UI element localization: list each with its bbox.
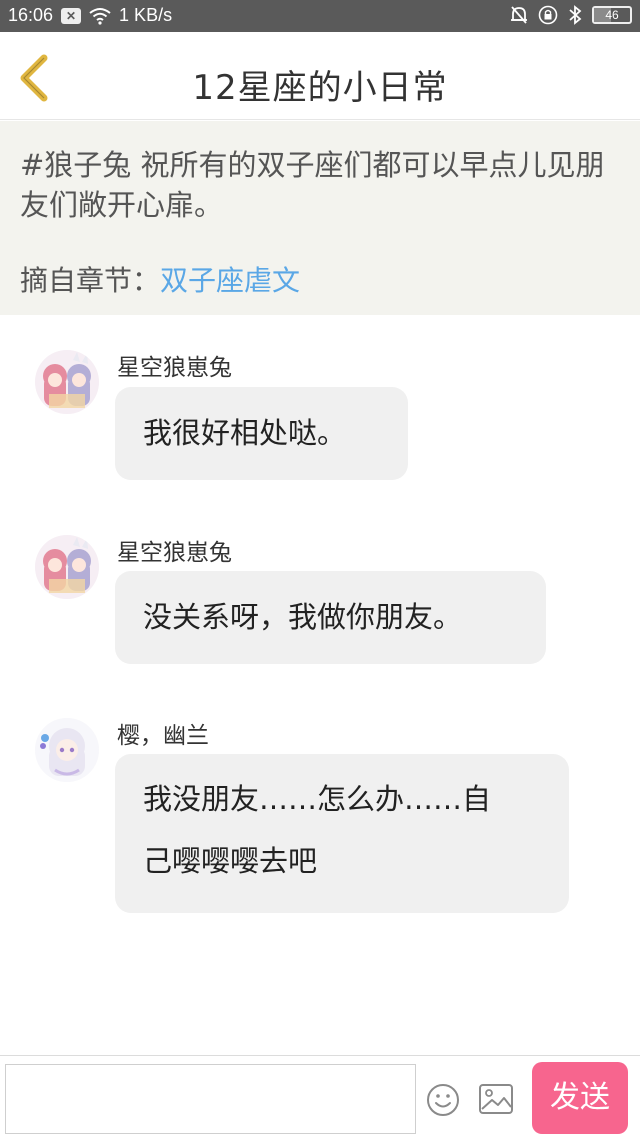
chapter-link[interactable]: 双子座虐文 bbox=[160, 264, 300, 297]
status-left: 16:06 ✕ 1 KB/s bbox=[8, 5, 172, 26]
message-author: 星空狼崽兔 bbox=[117, 540, 232, 566]
message-bubble: 我很好相处哒。 bbox=[115, 387, 408, 480]
page-title: 12星座的小日常 bbox=[192, 68, 448, 108]
wifi-icon bbox=[89, 7, 111, 25]
message-author: 星空狼崽兔 bbox=[117, 355, 232, 381]
avatar[interactable] bbox=[35, 718, 99, 782]
message-text: 己嘤嘤嘤去吧 bbox=[143, 844, 318, 878]
message-text: 我很好相处哒。 bbox=[143, 416, 347, 450]
message-author: 樱，幽兰 bbox=[117, 723, 209, 749]
message-item: 星空狼崽兔 我很好相处哒。 bbox=[0, 340, 640, 485]
message-item: 樱，幽兰 我没朋友……怎么办……自 己嘤嘤嘤去吧 bbox=[0, 710, 640, 920]
image-button[interactable] bbox=[478, 1083, 514, 1115]
message-bubble: 我没朋友……怎么办……自 己嘤嘤嘤去吧 bbox=[115, 754, 569, 913]
avatar-image bbox=[35, 350, 99, 414]
status-time: 16:06 bbox=[8, 5, 54, 25]
battery-icon: 46 bbox=[592, 6, 632, 24]
emoji-button[interactable] bbox=[425, 1082, 461, 1118]
send-button[interactable]: 发送 bbox=[532, 1062, 628, 1134]
status-bar: 16:06 ✕ 1 KB/s 46 bbox=[0, 0, 640, 32]
smiley-icon bbox=[427, 1084, 459, 1116]
quote-block: #狼子兔 祝所有的双子座们都可以早点儿见朋友们敞开心扉。 摘自章节：双子座虐文 bbox=[0, 121, 640, 315]
quote-source: 摘自章节：双子座虐文 bbox=[20, 259, 300, 299]
quote-source-label: 摘自章节： bbox=[20, 264, 161, 297]
message-text: 没关系呀，我做你朋友。 bbox=[143, 600, 463, 634]
x-badge-icon: ✕ bbox=[61, 7, 82, 24]
message-bubble: 没关系呀，我做你朋友。 bbox=[115, 571, 546, 664]
image-icon bbox=[479, 1084, 513, 1114]
message-text: 我没朋友……怎么办……自 bbox=[143, 782, 492, 816]
lock-rotation-icon bbox=[538, 5, 558, 25]
input-bar: 发送 bbox=[0, 1055, 640, 1138]
avatar[interactable] bbox=[35, 535, 99, 599]
quote-text: #狼子兔 祝所有的双子座们都可以早点儿见朋友们敞开心扉。 bbox=[20, 148, 605, 222]
message-item: 星空狼崽兔 没关系呀，我做你朋友。 bbox=[0, 525, 640, 670]
battery-level: 46 bbox=[605, 8, 619, 22]
network-speed: 1 KB/s bbox=[119, 5, 173, 25]
mute-bell-icon bbox=[511, 6, 527, 24]
header: 12星座的小日常 bbox=[0, 32, 640, 120]
avatar-image bbox=[35, 535, 99, 599]
avatar[interactable] bbox=[35, 350, 99, 414]
bluetooth-icon bbox=[569, 5, 582, 25]
message-input[interactable] bbox=[5, 1064, 416, 1134]
status-right: 46 bbox=[510, 5, 632, 25]
avatar-image bbox=[35, 718, 99, 782]
